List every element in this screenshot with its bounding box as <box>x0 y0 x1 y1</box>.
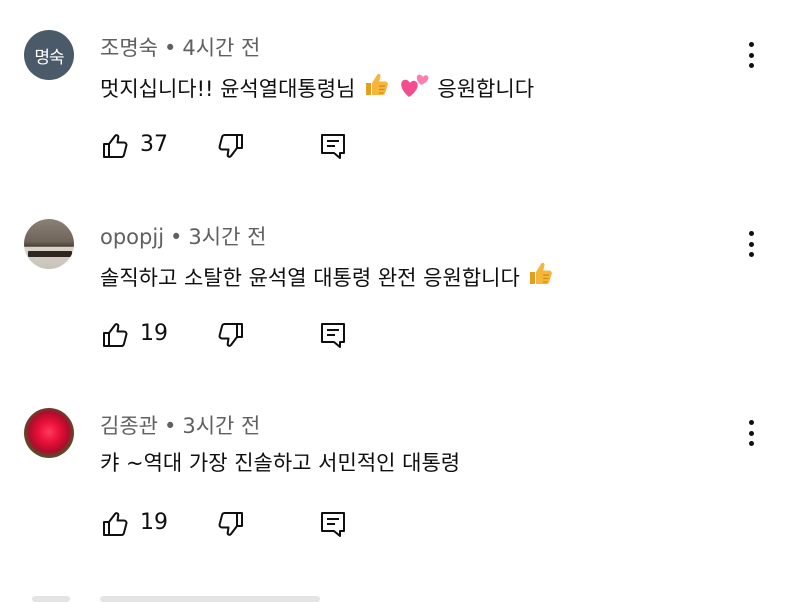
comment-item: opopjj • 3시간 전 솔직하고 소탈한 윤석열 대통령 완전 응원합니다 1… <box>0 189 800 378</box>
comment-text: 캬 ~역대 가장 진솔하고 서민적인 대통령 <box>100 447 460 477</box>
comment-text-part: 솔직하고 소탈한 윤석열 대통령 완전 응원합니다 <box>100 266 520 290</box>
next-comment-peek <box>30 590 330 602</box>
reply-icon[interactable] <box>318 320 348 350</box>
comment-time[interactable]: 4시간 전 <box>182 36 260 60</box>
thumbs-down-icon[interactable] <box>216 131 246 161</box>
thumbs-down-icon[interactable] <box>216 320 246 350</box>
like-count: 19 <box>140 321 168 346</box>
comment-header: 조명숙 • 4시간 전 <box>100 32 260 62</box>
next-comment-avatar-edge <box>32 596 70 602</box>
more-vertical-icon[interactable] <box>738 229 764 259</box>
comment-text-part: 응원합니다 <box>437 77 535 101</box>
comment-text: 멋지십니다!! 윤석열대통령님 응원합니다 <box>100 69 534 104</box>
avatar-initials: 명숙 <box>34 47 64 68</box>
avatar[interactable] <box>24 219 74 269</box>
next-comment-header-edge <box>100 596 320 602</box>
comment-header: opopjj • 3시간 전 <box>100 221 266 251</box>
separator-dot: • <box>170 225 183 249</box>
comment-text-part: 멋지십니다!! 윤석열대통령님 <box>100 77 356 101</box>
comment-text: 솔직하고 소탈한 윤석열 대통령 완전 응원합니다 <box>100 258 556 293</box>
thumbs-up-emoji <box>362 69 392 104</box>
thumbs-up-icon[interactable] <box>100 320 130 350</box>
thumbs-up-icon[interactable] <box>100 131 130 161</box>
author-name[interactable]: 조명숙 <box>100 36 158 60</box>
avatar[interactable]: 명숙 <box>24 30 74 80</box>
comment-text-part: 캬 ~역대 가장 진솔하고 서민적인 대통령 <box>100 451 461 475</box>
reply-icon[interactable] <box>318 509 348 539</box>
comment-header: 김종관 • 3시간 전 <box>100 410 260 440</box>
two-hearts-emoji <box>399 69 431 104</box>
comment-time[interactable]: 3시간 전 <box>188 225 266 249</box>
thumbs-up-emoji <box>526 258 556 293</box>
thumbs-down-icon[interactable] <box>216 509 246 539</box>
thumbs-up-icon[interactable] <box>100 509 130 539</box>
more-vertical-icon[interactable] <box>738 40 764 70</box>
comment-item: 명숙 조명숙 • 4시간 전 멋지십니다!! 윤석열대통령님 응원합니다 37 <box>0 0 800 189</box>
comment-item: 김종관 • 3시간 전 캬 ~역대 가장 진솔하고 서민적인 대통령 19 <box>0 378 800 567</box>
avatar[interactable] <box>24 408 74 458</box>
separator-dot: • <box>163 414 177 438</box>
like-count: 37 <box>140 132 168 157</box>
separator-dot: • <box>163 36 177 60</box>
like-count: 19 <box>140 510 168 535</box>
comment-time[interactable]: 3시간 전 <box>182 414 260 438</box>
reply-icon[interactable] <box>318 131 348 161</box>
author-name[interactable]: 김종관 <box>100 414 158 438</box>
author-name[interactable]: opopjj <box>100 225 164 249</box>
avatar-photo <box>28 251 72 257</box>
more-vertical-icon[interactable] <box>738 418 764 448</box>
